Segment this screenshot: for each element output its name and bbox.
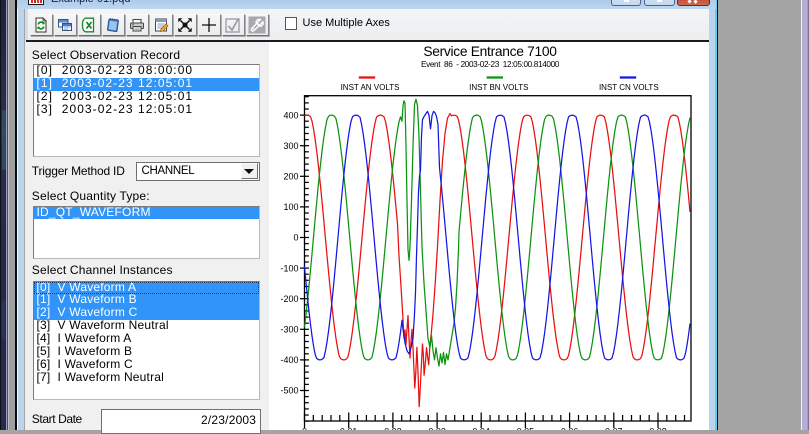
svg-text:Event 86 - 2003-02-23 12:05: Event 86 - 2003-02-23 12:05:00.814000	[421, 60, 560, 69]
svg-text:0.03: 0.03	[428, 427, 446, 431]
svg-text:0.05: 0.05	[517, 427, 535, 431]
svg-text:300: 300	[283, 141, 298, 151]
svg-text:-200: -200	[280, 294, 298, 304]
svg-text:0.02: 0.02	[384, 427, 402, 431]
svg-text:0.04: 0.04	[472, 427, 490, 431]
svg-text:100: 100	[283, 202, 298, 212]
svg-text:0: 0	[302, 427, 307, 431]
svg-text:200: 200	[283, 172, 298, 182]
svg-text:0.08: 0.08	[649, 427, 667, 431]
svg-text:-400: -400	[280, 355, 298, 365]
svg-text:0: 0	[293, 233, 298, 243]
svg-text:INST CN VOLTS: INST CN VOLTS	[599, 83, 659, 92]
svg-text:400: 400	[283, 110, 298, 120]
svg-text:INST BN VOLTS: INST BN VOLTS	[469, 83, 528, 92]
svg-text:Service Entrance 7100: Service Entrance 7100	[423, 44, 557, 59]
svg-text:-500: -500	[280, 386, 298, 396]
svg-text:-300: -300	[280, 325, 298, 335]
svg-text:0.06: 0.06	[561, 427, 579, 431]
svg-text:INST AN VOLTS: INST AN VOLTS	[341, 83, 400, 92]
svg-text:0.07: 0.07	[605, 427, 623, 431]
svg-text:-100: -100	[280, 263, 298, 273]
svg-text:0.01: 0.01	[340, 427, 358, 431]
